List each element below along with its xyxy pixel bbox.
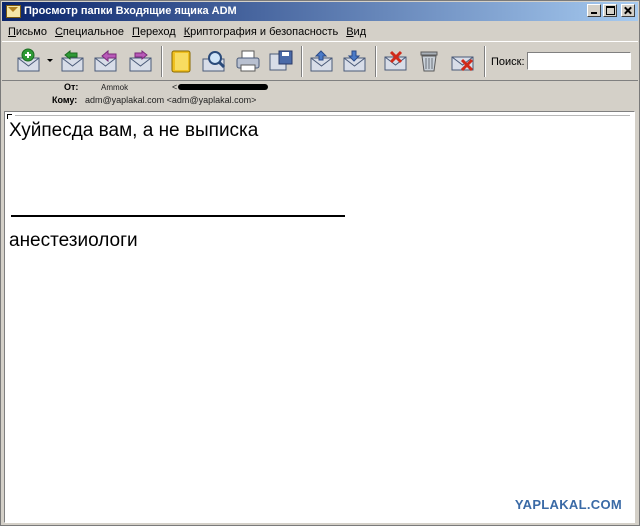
message-line-2: анестезиологи [9, 230, 138, 251]
to-label: Кому: [52, 95, 78, 105]
forward-button[interactable] [127, 48, 155, 74]
watermark: YAPLAKAL.COM [514, 497, 622, 512]
horizontal-rule [11, 215, 345, 217]
menu-bar: Письмо Специальное Переход Криптография … [2, 22, 638, 41]
forward-icon [129, 49, 152, 72]
trash-icon [420, 51, 438, 72]
search-label: Поиск: [491, 56, 525, 68]
window-title: Просмотр папки Входящие ящика ADM [24, 5, 237, 17]
new-message-icon [17, 48, 40, 72]
toolbar-separator [301, 46, 303, 77]
delete-button[interactable] [449, 48, 477, 74]
menu-view[interactable]: Вид [346, 26, 366, 38]
menu-crypto[interactable]: Криптография и безопасность [184, 26, 338, 38]
menu-go[interactable]: Переход [132, 26, 176, 38]
toolbar-separator [484, 46, 486, 77]
address-book-icon [171, 50, 191, 73]
delete-icon [451, 56, 474, 72]
reply-all-icon [94, 49, 117, 72]
envelope-icon [6, 5, 21, 18]
from-label: От: [64, 82, 79, 92]
close-button[interactable] [621, 4, 635, 17]
new-message-button[interactable] [15, 48, 43, 74]
reply-all-button[interactable] [92, 48, 120, 74]
reply-button[interactable] [59, 48, 87, 74]
maximize-button[interactable] [603, 4, 617, 17]
redaction-mark [178, 84, 268, 90]
message-body[interactable]: Хуйпесда вам, а не выписка анестезиологи… [4, 111, 635, 523]
to-address[interactable]: adm@yaplakal.com <adm@yaplakal.com> [85, 95, 256, 105]
mail-window: Просмотр папки Входящие ящика ADM Письмо… [0, 0, 640, 526]
print-icon [236, 50, 260, 72]
trash-button[interactable] [415, 48, 443, 74]
previous-message-button[interactable] [308, 48, 336, 74]
window-controls [587, 4, 635, 17]
reply-icon [61, 49, 84, 72]
mark-spam-icon [384, 50, 407, 71]
message-line-1: Хуйпесда вам, а не выписка [9, 120, 259, 141]
minimize-button[interactable] [587, 4, 601, 17]
chevron-down-icon[interactable] [47, 59, 53, 62]
next-message-icon [343, 50, 366, 72]
find-button[interactable] [200, 48, 228, 74]
toolbar-separator [375, 46, 377, 77]
print-button[interactable] [234, 48, 262, 74]
message-headers: От: Ammok < Кому: adm@yaplakal.com <adm@… [2, 82, 638, 109]
save-button[interactable] [267, 48, 295, 74]
menu-special[interactable]: Специальное [55, 26, 124, 38]
from-bracket: < [172, 82, 178, 92]
address-book-button[interactable] [167, 48, 195, 74]
title-bar[interactable]: Просмотр папки Входящие ящика ADM [2, 2, 638, 21]
toolbar: Поиск: [2, 41, 638, 81]
next-message-button[interactable] [341, 48, 369, 74]
mark-spam-button[interactable] [382, 48, 410, 74]
from-name[interactable]: Ammok [101, 83, 128, 92]
toolbar-separator [161, 46, 163, 77]
find-icon [202, 51, 226, 72]
body-corner-mark [7, 114, 12, 119]
save-icon [269, 50, 293, 71]
body-top-rule [15, 115, 630, 116]
menu-letter[interactable]: Письмо [8, 26, 47, 38]
previous-message-icon [310, 50, 333, 72]
search-input[interactable] [527, 52, 631, 70]
